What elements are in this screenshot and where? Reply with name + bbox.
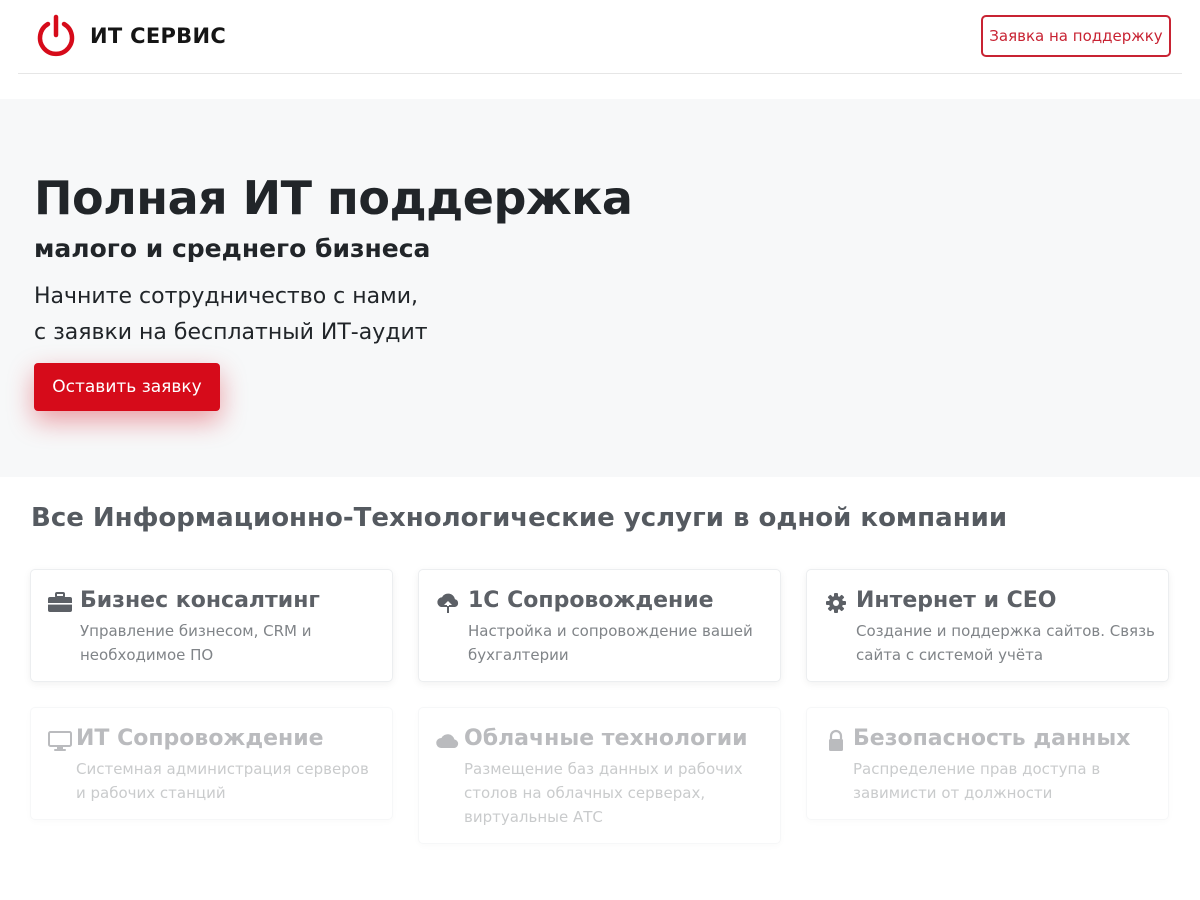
service-card-description: Управление бизнесом, CRM и необходимое П… bbox=[80, 622, 312, 664]
hero-section: Полная ИТ поддержка малого и среднего би… bbox=[0, 99, 1200, 477]
service-card-cloud-tech[interactable]: Облачные технологии Размещение баз данны… bbox=[418, 707, 781, 844]
power-icon[interactable] bbox=[36, 14, 76, 58]
hero-subtitle: малого и среднего бизнеса bbox=[34, 234, 431, 263]
brand-name[interactable]: ИТ СЕРВИС bbox=[90, 24, 226, 48]
service-card-title: Безопасность данных bbox=[853, 726, 1131, 751]
briefcase-icon bbox=[48, 592, 72, 612]
service-card-title: ИТ Сопровождение bbox=[76, 726, 324, 751]
service-card-title: 1С Сопровождение bbox=[468, 588, 714, 613]
monitor-icon bbox=[48, 731, 72, 751]
services-heading: Все Информационно-Технологические услуги… bbox=[31, 503, 1008, 533]
service-card-it-support[interactable]: ИТ Сопровождение Системная администрация… bbox=[30, 707, 393, 820]
leave-request-button[interactable]: Оставить заявку bbox=[34, 363, 220, 411]
hero-title: Полная ИТ поддержка bbox=[34, 171, 633, 225]
lock-icon bbox=[829, 729, 843, 751]
service-card-title: Интернет и СЕО bbox=[856, 588, 1057, 613]
service-card-data-security[interactable]: Безопасность данных Распределение прав д… bbox=[806, 707, 1169, 820]
service-card-description: Распределение прав доступа в завимисти о… bbox=[853, 760, 1101, 802]
service-card-internet-seo[interactable]: Интернет и СЕО Создание и поддержка сайт… bbox=[806, 569, 1169, 682]
service-card-description: Создание и поддержка сайтов. Связь сайта… bbox=[856, 622, 1155, 664]
service-card-description: Настройка и сопровождение вашей бухгалте… bbox=[468, 622, 753, 664]
site-header: ИТ СЕРВИС Заявка на поддержку bbox=[18, 0, 1182, 74]
service-card-description: Системная администрация серверов и рабоч… bbox=[76, 760, 369, 802]
hero-text: Начните сотрудничество с нами, с заявки … bbox=[34, 279, 428, 351]
service-card-description: Размещение баз данных и рабочих столов н… bbox=[464, 760, 743, 826]
hero-text-line-1: Начните сотрудничество с нами, bbox=[34, 284, 419, 309]
service-card-title: Бизнес консалтинг bbox=[80, 588, 320, 613]
support-request-button[interactable]: Заявка на поддержку bbox=[981, 15, 1171, 57]
service-card-title: Облачные технологии bbox=[464, 726, 748, 751]
service-card-1c-support[interactable]: 1С Сопровождение Настройка и сопровожден… bbox=[418, 569, 781, 682]
cloud-upload-icon bbox=[437, 593, 459, 613]
service-card-business-consulting[interactable]: Бизнес консалтинг Управление бизнесом, C… bbox=[30, 569, 393, 682]
gear-icon bbox=[826, 593, 846, 613]
cloud-icon bbox=[436, 734, 459, 748]
hero-text-line-2: с заявки на бесплатный ИТ-аудит bbox=[34, 320, 428, 345]
